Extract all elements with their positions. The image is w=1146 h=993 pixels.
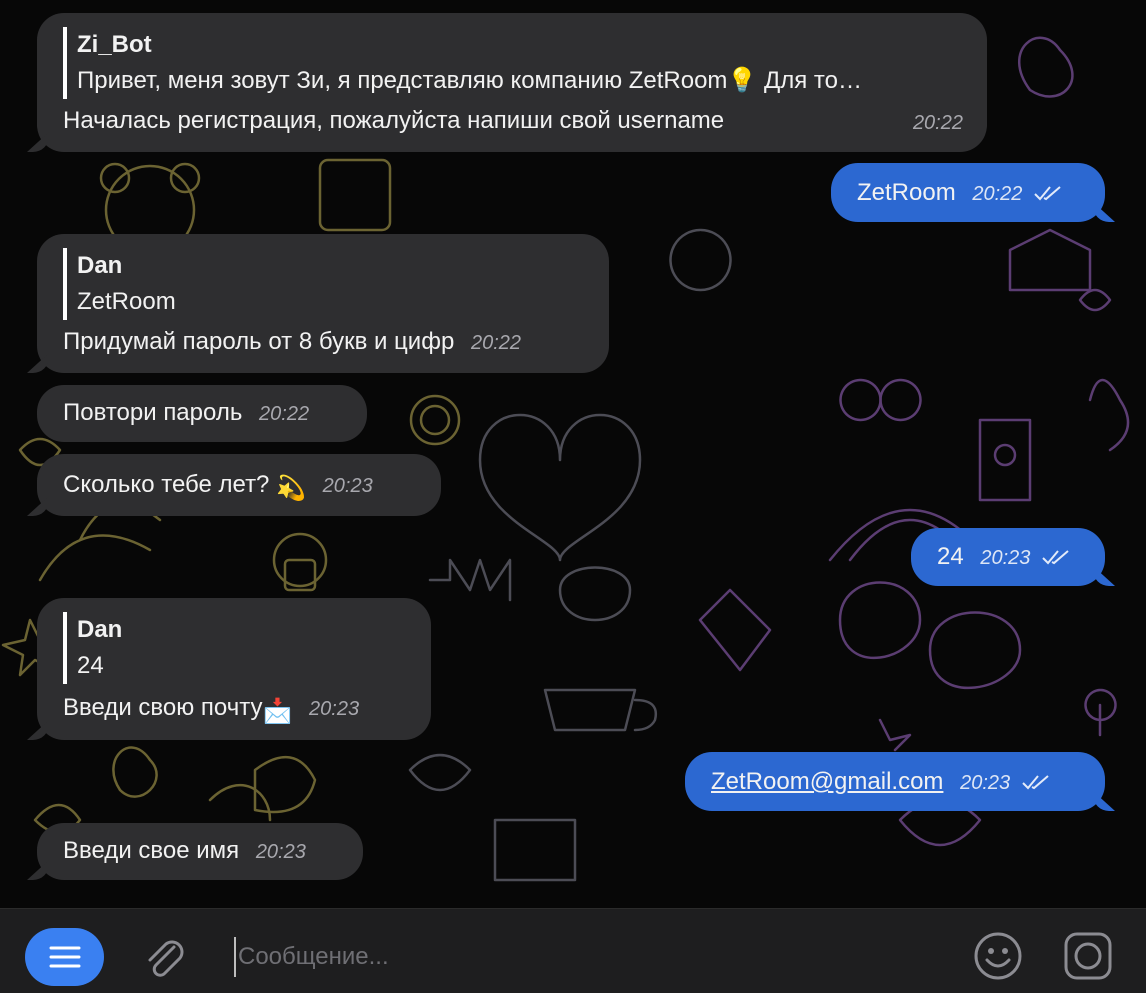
message-text: Повтори пароль (63, 399, 243, 426)
message-row: 24 20:23 (937, 539, 1081, 576)
message-input[interactable]: Сообщение... (234, 937, 938, 977)
reply-quote[interactable]: Dan ZetRoom (63, 248, 585, 320)
quote-sender: Zi_Bot (77, 31, 152, 58)
message-row: ZetRoom@gmail.com 20:23 (711, 764, 1081, 801)
message-row: Сколько тебе лет? 💫 20:23 (63, 467, 417, 507)
message-bubble[interactable]: Повтори пароль 20:22 (37, 385, 367, 442)
reply-quote[interactable]: Dan 24 (63, 612, 407, 684)
message-row: Введи свою почту📩 20:23 (63, 690, 407, 730)
message-time: 20:23 (309, 698, 360, 720)
email-link[interactable]: ZetRoom@gmail.com (711, 768, 943, 795)
camera-icon[interactable] (1063, 931, 1113, 981)
composer-bar: Сообщение... (0, 908, 1146, 993)
message-bubble[interactable]: Zi_Bot Привет, меня зовут Зи, я представ… (37, 13, 987, 152)
quote-text: 24 (77, 652, 104, 679)
message-text: Сколько тебе лет? (63, 471, 270, 498)
message-time: 20:23 (322, 475, 373, 497)
message-time: 20:23 (255, 841, 306, 863)
message-bubble[interactable]: 24 20:23 (911, 528, 1105, 586)
message-time: 20:23 (980, 547, 1031, 569)
message-bubble[interactable]: Dan ZetRoom Придумай пароль от 8 букв и … (37, 234, 609, 373)
reply-quote[interactable]: Zi_Bot Привет, меня зовут Зи, я представ… (63, 27, 963, 99)
quote-text: Привет, меня зовут Зи, я представляю ком… (77, 67, 862, 94)
message-text: Придумай пароль от 8 букв и цифр (63, 328, 455, 355)
message-time: 20:22 (470, 332, 522, 354)
message-row: Повтори пароль 20:22 (63, 395, 343, 432)
quote-sender: Dan (77, 616, 123, 643)
message-bubble[interactable]: ZetRoom@gmail.com 20:23 (685, 752, 1105, 811)
message-bubble[interactable]: ZetRoom 20:22 (831, 163, 1105, 222)
menu-button[interactable] (25, 928, 104, 986)
double-check-icon (1034, 186, 1061, 201)
menu-icon (49, 946, 80, 968)
smiley-icon[interactable] (973, 931, 1023, 981)
message-row: ZetRoom 20:22 (857, 175, 1081, 212)
message-text: 24 (937, 543, 964, 570)
message-time: 20:22 (912, 112, 963, 134)
paperclip-icon[interactable] (140, 933, 188, 981)
quote-sender: Dan (77, 252, 123, 279)
message-row: Началась регистрация, пожалуйста напиши … (63, 103, 963, 139)
double-check-icon (1042, 550, 1069, 565)
double-check-icon (1022, 775, 1049, 790)
message-text: ZetRoom (857, 179, 956, 206)
message-bubble[interactable]: Dan 24 Введи свою почту📩 20:23 (37, 598, 431, 740)
message-time: 20:23 (960, 772, 1011, 794)
message-text: Введи свою почту (63, 694, 263, 721)
envelope-emoji: 📩 (262, 698, 293, 725)
message-text: Началась регистрация, пожалуйста напиши … (63, 107, 725, 134)
message-bubble[interactable]: Сколько тебе лет? 💫 20:23 (37, 454, 441, 516)
dizzy-emoji: 💫 (276, 475, 306, 502)
message-bubble[interactable]: Введи свое имя 20:23 (37, 823, 363, 880)
message-row: Придумай пароль от 8 букв и цифр 20:22 (63, 324, 585, 361)
message-time: 20:22 (259, 403, 310, 425)
quote-text: ZetRoom (77, 288, 176, 315)
message-row: Введи свое имя 20:23 (63, 833, 339, 870)
message-text: Введи свое имя (63, 837, 240, 864)
message-time: 20:22 (972, 183, 1023, 205)
